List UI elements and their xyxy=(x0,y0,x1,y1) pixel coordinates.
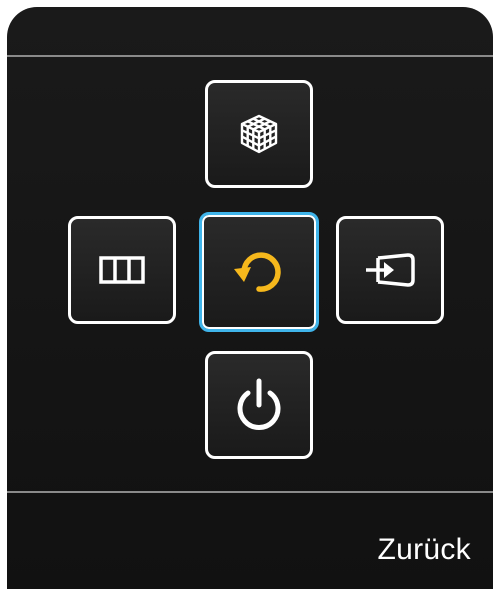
columns-icon xyxy=(99,256,145,284)
input-source-icon xyxy=(364,250,416,290)
return-arrow-icon xyxy=(231,244,287,300)
power-icon xyxy=(233,377,285,433)
power-button[interactable] xyxy=(205,351,313,459)
input-source-button[interactable] xyxy=(336,216,444,324)
cube-grid-icon xyxy=(238,113,280,155)
bottom-bar: Zurück xyxy=(7,491,493,589)
top-bar xyxy=(7,7,493,57)
back-label: Zurück xyxy=(377,533,471,566)
layout-button[interactable] xyxy=(68,216,176,324)
osd-menu-panel: Zurück xyxy=(7,7,493,589)
picture-mode-button[interactable] xyxy=(205,80,313,188)
return-button[interactable] xyxy=(199,212,319,332)
